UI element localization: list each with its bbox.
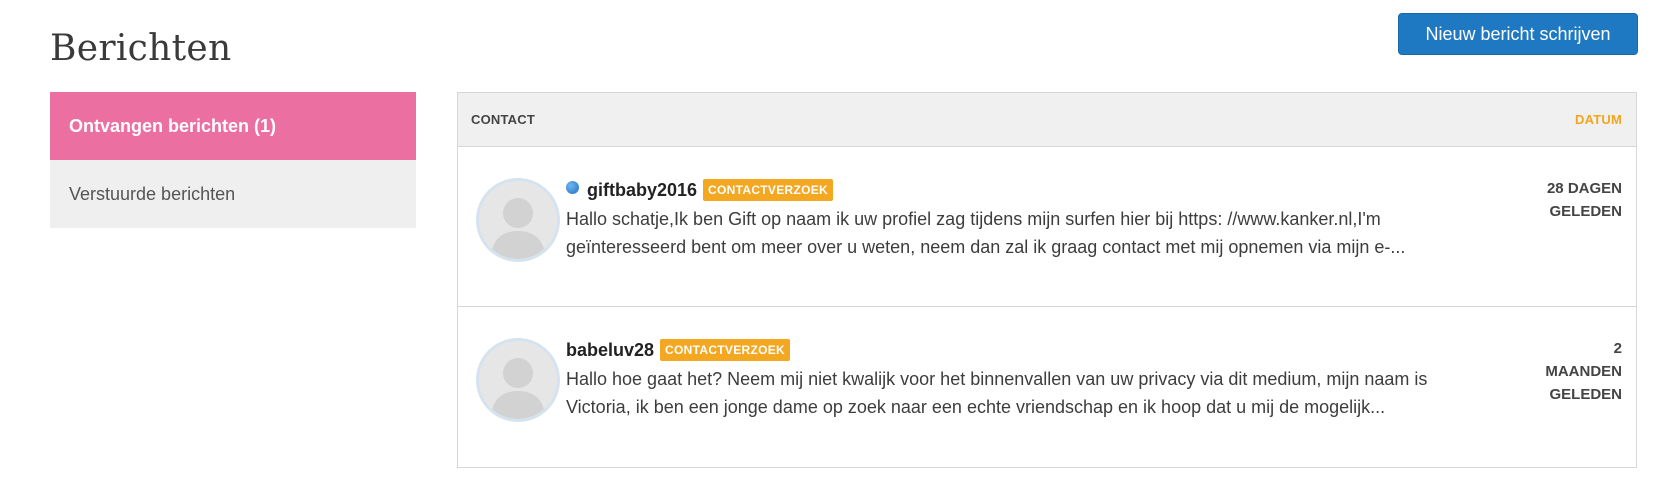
contact-request-badge: CONTACTVERZOEK bbox=[703, 179, 834, 201]
message-folders-sidebar: Ontvangen berichten (1) Verstuurde beric… bbox=[50, 92, 416, 228]
message-list-header: CONTACT DATUM bbox=[458, 93, 1636, 147]
sidebar-item-sent[interactable]: Verstuurde berichten bbox=[50, 160, 416, 228]
messages-page: Berichten Nieuw bericht schrijven Ontvan… bbox=[0, 0, 1680, 480]
message-content: babeluv28 CONTACTVERZOEK Hallo hoe gaat … bbox=[566, 337, 1526, 421]
message-list: CONTACT DATUM giftbaby2016 CONTACTVERZOE… bbox=[457, 92, 1637, 468]
message-date: 28 DAGEN GELEDEN bbox=[1546, 180, 1622, 220]
message-content: giftbaby2016 CONTACTVERZOEK Hallo schatj… bbox=[566, 177, 1526, 261]
message-row[interactable]: babeluv28 CONTACTVERZOEK Hallo hoe gaat … bbox=[458, 307, 1636, 467]
message-preview: Hallo schatje,Ik ben Gift op naam ik uw … bbox=[566, 205, 1526, 261]
sidebar-item-received[interactable]: Ontvangen berichten (1) bbox=[50, 92, 416, 160]
message-preview-line: Hallo hoe gaat het? Neem mij niet kwalij… bbox=[566, 369, 1428, 389]
message-row[interactable]: giftbaby2016 CONTACTVERZOEK Hallo schatj… bbox=[458, 147, 1636, 307]
message-preview-line: Victoria, ik ben een jonge dame op zoek … bbox=[566, 397, 1386, 417]
page-title: Berichten bbox=[50, 28, 232, 69]
column-header-date[interactable]: DATUM bbox=[1575, 112, 1622, 127]
sender-name[interactable]: giftbaby2016 bbox=[587, 180, 697, 201]
message-preview-line: geïnteresseerd bent om meer over u weten… bbox=[566, 237, 1406, 257]
default-avatar-icon[interactable] bbox=[476, 178, 560, 262]
default-avatar-icon[interactable] bbox=[476, 338, 560, 422]
message-preview-line: Hallo schatje,Ik ben Gift op naam ik uw … bbox=[566, 209, 1381, 229]
column-header-contact[interactable]: CONTACT bbox=[471, 112, 535, 127]
message-preview: Hallo hoe gaat het? Neem mij niet kwalij… bbox=[566, 365, 1526, 421]
sender-name[interactable]: babeluv28 bbox=[566, 340, 654, 361]
message-date: 2 MAANDEN GELEDEN bbox=[1545, 340, 1622, 403]
online-status-icon bbox=[566, 180, 579, 194]
compose-message-button[interactable]: Nieuw bericht schrijven bbox=[1398, 13, 1638, 55]
contact-request-badge: CONTACTVERZOEK bbox=[660, 339, 791, 361]
